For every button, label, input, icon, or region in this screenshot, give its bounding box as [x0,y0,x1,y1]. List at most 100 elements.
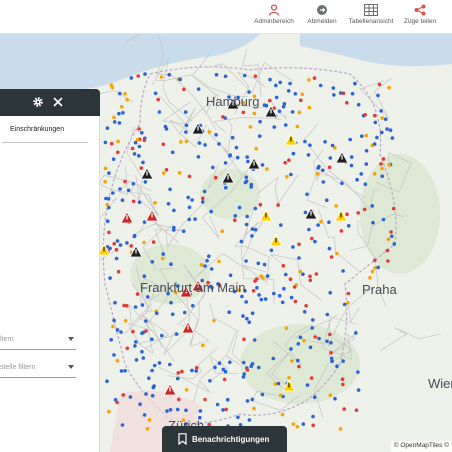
train-marker [262,262,267,267]
admin-button[interactable]: Adminbereich [251,4,297,32]
train-marker [147,376,151,381]
train-marker [198,409,203,413]
train-marker [177,171,182,175]
train-marker [251,289,256,293]
train-marker [112,242,116,246]
train-marker [341,382,345,387]
train-marker [157,361,162,365]
train-marker [205,258,209,263]
train-marker [145,295,150,299]
train-marker [117,111,121,116]
train-marker [295,425,300,429]
train-marker [283,160,288,165]
train-marker [268,77,272,82]
train-marker [120,198,125,202]
train-marker [376,265,381,270]
train-marker [355,177,359,182]
share-trains-button[interactable]: Züge teilen [397,4,443,32]
train-marker [119,369,124,373]
notifications-button[interactable]: Benachrichtigungen [162,426,287,452]
train-marker [209,209,213,214]
train-marker [103,140,108,145]
train-marker [126,188,131,193]
filter-select-2[interactable]: stelle filtern [0,360,76,378]
train-marker [134,340,138,344]
train-marker [244,259,248,263]
train-marker [217,259,221,264]
table-view-button[interactable]: Tabellenansicht [348,4,394,32]
train-marker [288,81,292,86]
train-marker [281,264,286,268]
train-marker [250,234,254,238]
map-attribution[interactable]: © OpenMapTiles © [390,441,452,452]
train-marker [211,165,215,170]
train-marker [135,138,140,142]
train-marker [298,335,303,340]
top-toolbar: Adminbereich Abmelden Tabellenansicht Zü… [0,0,452,34]
train-marker [180,369,184,374]
train-marker [166,202,171,206]
train-marker [269,248,274,253]
chevron-down-icon [68,365,74,369]
train-marker [194,366,199,370]
train-marker [203,264,207,268]
train-marker [325,198,329,202]
train-marker [137,127,141,131]
logout-button[interactable]: Abmelden [299,4,345,32]
train-marker [272,125,277,129]
train-marker [349,163,354,168]
train-marker [284,272,288,277]
train-marker [179,140,183,144]
train-marker [370,269,375,274]
train-marker [140,349,144,354]
train-marker [241,360,246,365]
train-marker [137,144,142,149]
train-marker [112,120,117,124]
train-marker [150,260,155,264]
train-marker [184,123,189,128]
train-marker [292,285,297,289]
train-marker [380,130,384,135]
train-marker [175,407,180,412]
train-marker [373,120,378,125]
tab-restrictions[interactable]: Einschränkungen [10,126,64,133]
train-marker [187,217,191,222]
close-icon[interactable] [52,96,64,108]
train-marker [287,376,291,380]
train-marker [299,98,303,103]
train-marker [373,258,377,263]
train-marker [178,77,182,82]
train-marker [123,179,127,184]
logout-icon [317,5,327,15]
filter-select-1[interactable]: ltern [0,332,76,350]
train-marker [363,182,368,186]
train-marker [196,87,201,91]
train-marker [193,217,197,221]
train-marker [335,364,339,369]
gear-icon[interactable] [32,96,44,108]
train-marker [274,83,278,88]
train-marker [314,272,319,276]
train-marker [103,179,107,184]
train-marker [118,187,122,191]
train-marker [196,155,201,159]
train-marker [260,392,265,397]
train-marker [197,141,202,145]
train-marker [184,408,188,413]
train-marker [390,136,395,140]
train-marker [213,175,218,180]
train-marker [247,320,251,325]
train-marker [295,124,300,129]
train-marker [286,89,291,93]
train-marker [244,175,249,179]
train-marker [310,326,315,330]
train-marker [223,161,228,165]
train-marker [164,168,169,172]
train-marker [114,247,119,252]
train-marker [191,304,195,308]
train-marker [250,311,255,316]
train-marker [239,239,244,244]
train-marker [150,393,155,398]
train-marker [111,191,115,195]
train-marker [375,135,379,140]
